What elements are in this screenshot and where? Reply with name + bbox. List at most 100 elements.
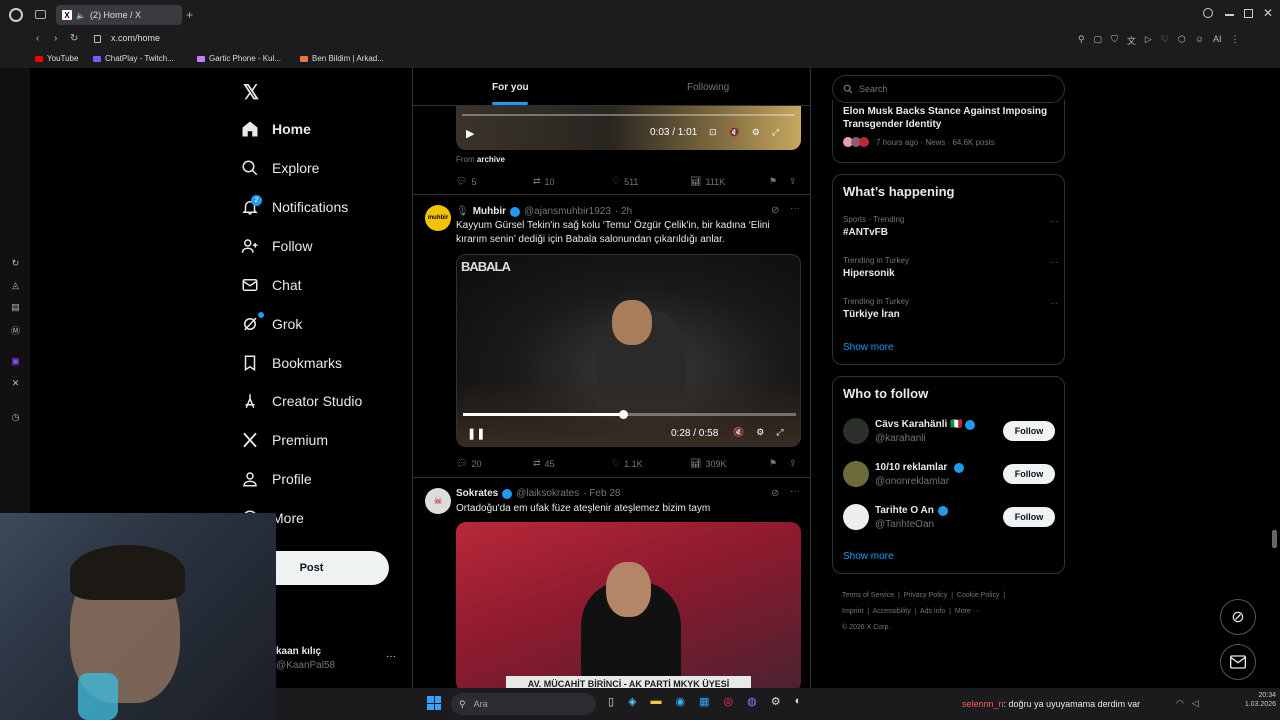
tweet2-name[interactable]: Muhbir <box>473 206 506 217</box>
messenger-icon[interactable]: Ⓜ <box>10 324 21 336</box>
snapshot-icon[interactable]: ▢ <box>1094 34 1103 47</box>
tweet3-age[interactable]: · Feb 28 <box>583 488 620 499</box>
play-icon[interactable]: ▷ <box>1145 34 1152 47</box>
shield-icon[interactable]: ⛉ <box>1111 34 1118 47</box>
nav-explore[interactable]: Explore <box>241 159 319 177</box>
tweet3-handle[interactable]: @laiksokrates <box>516 488 579 499</box>
task-view-icon[interactable]: ▯ <box>608 695 614 708</box>
close-icon[interactable]: ✕ <box>1263 6 1273 20</box>
minimize-icon[interactable] <box>1225 14 1234 16</box>
tweet2-like[interactable]: ♡ 1.1K <box>612 458 643 469</box>
tweet2-bookmark-icon[interactable]: ⚑ <box>769 458 777 469</box>
volume-icon[interactable]: ◁ <box>1192 698 1199 709</box>
bookmark-gartic[interactable]: Gartic Phone - Kul... <box>197 54 281 63</box>
tweet2-age[interactable]: · 2h <box>615 206 632 217</box>
x-logo-icon[interactable]: 𝕏 <box>243 80 259 105</box>
steam-icon[interactable]: ⚙ <box>771 695 781 708</box>
fullscreen-icon[interactable]: ⤢ <box>776 427 783 438</box>
trend-more-icon[interactable]: ··· <box>1050 299 1058 308</box>
tab-following[interactable]: Following <box>687 82 729 93</box>
tweet2-repost[interactable]: ⇄ 45 <box>533 458 555 469</box>
pause-icon[interactable]: ❚❚ <box>467 427 485 440</box>
avatar[interactable] <box>843 418 869 444</box>
follow-button[interactable]: Follow <box>1003 421 1055 441</box>
extensions-icon[interactable]: ⬡ <box>1178 34 1186 47</box>
tweet2-views[interactable]: 📊︎ 309K <box>690 458 726 469</box>
nav-bookmarks[interactable]: Bookmarks <box>241 354 342 372</box>
settings-icon[interactable]: ⚙ <box>756 427 764 438</box>
tweet2-more-icon[interactable]: ··· <box>790 203 800 214</box>
footer-link[interactable]: Imprint <box>842 608 863 615</box>
nav-creator-studio[interactable]: Creator Studio <box>241 392 362 410</box>
tweet3-name[interactable]: Sokrates <box>456 488 498 499</box>
tweet1-progress-track[interactable] <box>462 114 795 116</box>
trend-more-icon[interactable]: ··· <box>1050 258 1058 267</box>
suggestion-name[interactable]: Cävs Karahänli 🇮🇹 <box>875 419 963 430</box>
trend-item[interactable]: Trending in Turkey Hipersonik ··· <box>843 256 1058 279</box>
follow-button[interactable]: Follow <box>1003 507 1055 527</box>
grok-floating-button[interactable]: ⊘ <box>1220 599 1256 635</box>
ai-button[interactable]: AI <box>1213 34 1222 47</box>
tab-for-you[interactable]: For you <box>492 82 529 93</box>
twitch-icon[interactable]: ▣ <box>10 356 21 367</box>
windows-start-icon[interactable] <box>427 696 441 710</box>
bookmark-benbildim[interactable]: Ben Bildim | Arkad... <box>300 54 384 63</box>
wallet-icon[interactable]: ▤ <box>10 302 21 313</box>
tweet1-bookmark-icon[interactable]: ⚑ <box>769 176 777 187</box>
opera-logo-icon[interactable] <box>9 8 23 22</box>
restore-icon[interactable] <box>1244 9 1253 18</box>
heart-icon[interactable]: ♡ <box>1161 34 1169 47</box>
clock-icon[interactable]: ◷ <box>10 412 21 423</box>
avatar[interactable]: muhbir <box>425 205 451 231</box>
tweet1-source[interactable]: archive <box>477 155 505 164</box>
forward-icon[interactable]: › <box>54 33 57 44</box>
menu-icon[interactable]: ⋮ <box>1230 34 1239 47</box>
nav-profile[interactable]: Profile <box>241 470 312 488</box>
nav-grok[interactable]: Grok <box>241 315 302 333</box>
tweet3-video[interactable]: AV. MÜCAHİT BİRİNCİ - AK PARTİ MKYK ÜYES… <box>456 522 801 688</box>
mute-icon[interactable]: 🔇 <box>729 127 740 138</box>
edge-icon[interactable]: ◉ <box>676 695 686 708</box>
fullscreen-icon[interactable]: ⤢ <box>772 127 779 138</box>
tweet1-share-icon[interactable]: ⇪ <box>789 176 797 187</box>
tweet1-views[interactable]: 📊︎ 111K <box>690 176 725 187</box>
reload-icon[interactable]: ↻ <box>70 33 78 44</box>
trend-item[interactable]: Trending in Turkey Türkiye İran ··· <box>843 297 1058 320</box>
tweet2-progress-track[interactable] <box>463 413 796 416</box>
mute-icon[interactable]: 🔇 <box>733 427 744 438</box>
profile-icon[interactable]: ☺ <box>1195 34 1204 47</box>
tab-overview-icon[interactable] <box>35 10 46 19</box>
account-name[interactable]: kaan kılıç <box>276 646 321 657</box>
nav-follow[interactable]: Follow <box>241 237 312 255</box>
file-explorer-icon[interactable]: ▬ <box>651 695 662 708</box>
back-icon[interactable]: ‹ <box>36 33 39 44</box>
avatar[interactable] <box>843 461 869 487</box>
tweet2-reply[interactable]: 💬︎ 20 <box>456 458 481 469</box>
footer-link[interactable]: Privacy Policy <box>904 592 948 599</box>
footer-link[interactable]: Cookie Policy <box>957 592 999 599</box>
taskbar-search[interactable]: ⚲ Ara <box>451 693 596 715</box>
grok-explain-icon[interactable]: ⊘ <box>771 488 779 499</box>
nav-home[interactable]: Home <box>241 120 311 138</box>
follow-show-more[interactable]: Show more <box>843 551 894 562</box>
grok-explain-icon[interactable]: ⊘ <box>771 205 779 216</box>
tweet2-video[interactable]: BABALA ❚❚ 0:28 / 0:58 🔇 ⚙ ⤢ <box>456 254 801 447</box>
tweet2-progress-knob[interactable] <box>618 410 628 419</box>
nav-chat[interactable]: Chat <box>241 276 302 294</box>
url-field[interactable]: x.com/home <box>111 33 160 43</box>
pin-icon[interactable]: ⚲ <box>1078 34 1085 47</box>
trends-show-more[interactable]: Show more <box>843 342 894 353</box>
messages-floating-button[interactable] <box>1220 644 1256 680</box>
trend-more-icon[interactable]: ··· <box>1050 217 1058 226</box>
wifi-icon[interactable]: ◠ <box>1176 698 1184 709</box>
nav-premium[interactable]: Premium <box>241 431 328 449</box>
copilot-icon[interactable]: ◈ <box>628 695 636 708</box>
new-tab-icon[interactable]: + <box>186 8 193 22</box>
account-more-icon[interactable]: ··· <box>386 651 396 662</box>
tweet1-reply[interactable]: 💬︎ 5 <box>456 176 476 187</box>
bookmark-chatplay[interactable]: ChatPlay - Twitch... <box>93 54 174 63</box>
taskbar-clock[interactable]: 20:34 1.03.2026 <box>1234 692 1276 708</box>
discord-icon[interactable]: ◍ <box>747 695 757 708</box>
translate-icon[interactable]: 文 <box>1127 34 1136 47</box>
avatar[interactable] <box>843 504 869 530</box>
